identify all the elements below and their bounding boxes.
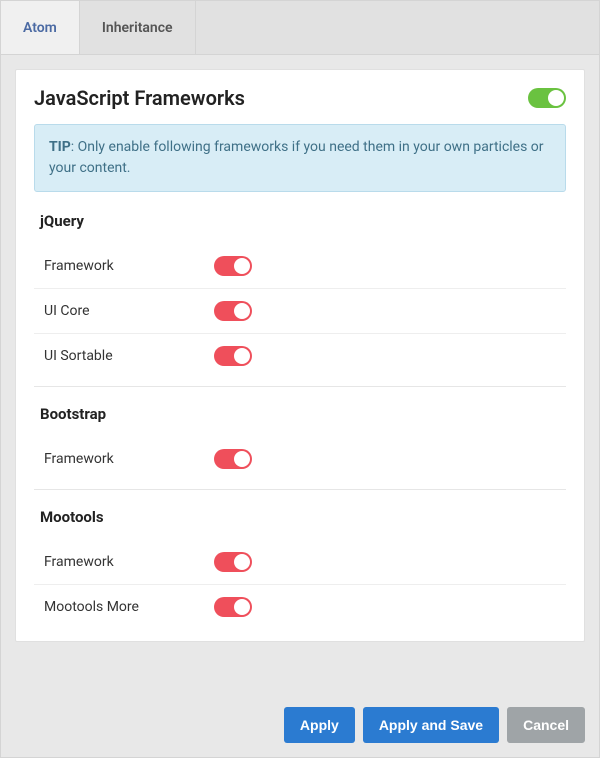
section-mootools: Framework Mootools More	[34, 540, 566, 629]
cancel-button[interactable]: Cancel	[507, 707, 585, 743]
row-label: UI Core	[44, 303, 214, 319]
tab-bar: Atom Inheritance	[1, 1, 599, 55]
row-mootools-framework: Framework	[34, 540, 566, 585]
row-label: UI Sortable	[44, 348, 214, 364]
row-jquery-ui-core: UI Core	[34, 289, 566, 334]
toggle-mootools-more[interactable]	[214, 597, 252, 617]
section-title-bootstrap: Bootstrap	[40, 405, 566, 423]
panel-header: JavaScript Frameworks	[34, 86, 566, 110]
dialog-container: Atom Inheritance JavaScript Frameworks T…	[0, 0, 600, 758]
divider	[34, 489, 566, 490]
toggle-jquery-ui-sortable[interactable]	[214, 346, 252, 366]
apply-and-save-button[interactable]: Apply and Save	[363, 707, 499, 743]
toggle-knob-icon	[234, 451, 250, 467]
tab-inheritance[interactable]: Inheritance	[80, 1, 196, 54]
toggle-knob-icon	[234, 348, 250, 364]
row-jquery-ui-sortable: UI Sortable	[34, 334, 566, 378]
panel-wrap: JavaScript Frameworks TIP: Only enable f…	[1, 55, 599, 656]
divider	[34, 386, 566, 387]
panel-title: JavaScript Frameworks	[34, 86, 245, 110]
master-toggle[interactable]	[528, 88, 566, 108]
section-bootstrap: Framework	[34, 437, 566, 481]
row-label: Framework	[44, 258, 214, 274]
toggle-mootools-framework[interactable]	[214, 552, 252, 572]
row-bootstrap-framework: Framework	[34, 437, 566, 481]
toggle-knob-icon	[234, 599, 250, 615]
toggle-jquery-ui-core[interactable]	[214, 301, 252, 321]
row-label: Framework	[44, 554, 214, 570]
dialog-footer: Apply Apply and Save Cancel	[1, 695, 599, 757]
section-jquery: Framework UI Core UI Sortable	[34, 244, 566, 378]
tab-atom[interactable]: Atom	[1, 1, 80, 54]
section-title-jquery: jQuery	[40, 212, 566, 230]
toggle-knob-icon	[548, 90, 564, 106]
section-title-mootools: Mootools	[40, 508, 566, 526]
tip-label: TIP	[49, 139, 71, 155]
toggle-knob-icon	[234, 554, 250, 570]
toggle-bootstrap-framework[interactable]	[214, 449, 252, 469]
row-mootools-more: Mootools More	[34, 585, 566, 629]
toggle-jquery-framework[interactable]	[214, 256, 252, 276]
tip-text: : Only enable following frameworks if yo…	[49, 139, 544, 176]
row-label: Mootools More	[44, 599, 214, 615]
row-jquery-framework: Framework	[34, 244, 566, 289]
apply-button[interactable]: Apply	[284, 707, 355, 743]
settings-panel: JavaScript Frameworks TIP: Only enable f…	[15, 69, 585, 642]
row-label: Framework	[44, 451, 214, 467]
toggle-knob-icon	[234, 258, 250, 274]
toggle-knob-icon	[234, 303, 250, 319]
tip-box: TIP: Only enable following frameworks if…	[34, 124, 566, 192]
